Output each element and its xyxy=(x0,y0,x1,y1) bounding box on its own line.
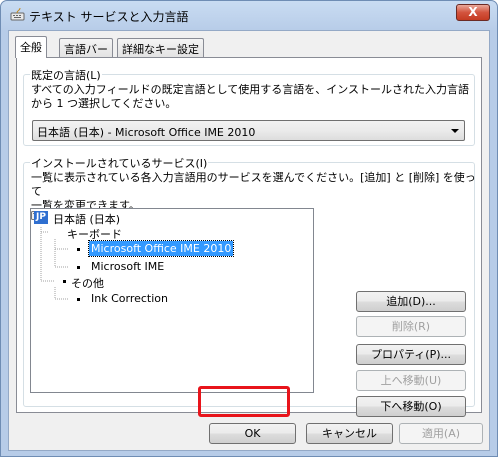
default-language-description: すべての入力フィールドの既定言語として使用する言語を、インストールされた入力言語… xyxy=(31,83,469,111)
installed-services-group-title: インストールされているサービス(I) xyxy=(30,155,209,171)
chevron-down-icon xyxy=(451,129,459,133)
jp-language-icon: JP xyxy=(34,211,48,224)
installed-services-description: 一覧に表示されている各入力言語用のサービスを選んでください。[追加] と [削除… xyxy=(31,171,481,213)
bullet-icon xyxy=(77,248,80,251)
bullet-icon xyxy=(77,266,80,269)
cancel-button[interactable]: キャンセル xyxy=(306,423,393,444)
move-down-button[interactable]: 下へ移動(O) xyxy=(356,396,466,417)
default-language-description-line2: から 1 つ選択してください。 xyxy=(31,97,177,110)
ok-button[interactable]: OK xyxy=(209,423,296,444)
services-tree[interactable]: JP 日本語 (日本) キーボード Microsoft Office IME 2… xyxy=(30,208,314,393)
move-up-button[interactable]: 上へ移動(U) xyxy=(356,370,466,391)
tree-node-language[interactable]: 日本語 (日本) xyxy=(53,211,120,227)
tab-advanced-key-settings[interactable]: 詳細なキー設定 xyxy=(117,38,204,57)
bullet-icon xyxy=(63,280,66,283)
default-language-select[interactable]: 日本語 (日本) - Microsoft Office IME 2010 xyxy=(32,120,465,141)
ok-button-highlight xyxy=(198,386,290,417)
title-bar[interactable]: テキスト サービスと入力言語 X xyxy=(1,1,497,29)
tree-node-keyboard[interactable]: キーボード xyxy=(67,226,122,242)
default-language-selected-value: 日本語 (日本) - Microsoft Office IME 2010 xyxy=(37,126,256,139)
properties-button[interactable]: プロパティ(P)... xyxy=(356,344,466,365)
tab-general[interactable]: 全般 xyxy=(15,36,47,58)
window-title: テキスト サービスと入力言語 xyxy=(29,10,189,24)
tree-node-ms-ime[interactable]: Microsoft IME xyxy=(91,260,164,273)
dialog-window: テキスト サービスと入力言語 X 全般 言語バー 詳細なキー設定 既定の言語(L… xyxy=(0,0,498,457)
keyboard-app-icon xyxy=(10,7,25,21)
default-language-description-line1: すべての入力フィールドの既定言語として使用する言語を、インストールされた入力言語 xyxy=(31,83,470,96)
default-language-group-title: 既定の言語(L) xyxy=(30,67,102,83)
bullet-icon xyxy=(77,298,80,301)
tree-node-ink-correction[interactable]: Ink Correction xyxy=(91,292,168,305)
tree-node-other[interactable]: その他 xyxy=(71,275,104,291)
remove-button[interactable]: 削除(R) xyxy=(356,316,466,337)
tab-panel-general: 既定の言語(L) すべての入力フィールドの既定言語として使用する言語を、インスト… xyxy=(16,57,482,417)
tree-node-ms-office-ime-2010[interactable]: Microsoft Office IME 2010 xyxy=(87,240,235,257)
installed-services-description-line1: 一覧に表示されている各入力言語用のサービスを選んでください。[追加] と [削除… xyxy=(31,171,476,198)
apply-button[interactable]: 適用(A) xyxy=(399,423,483,444)
close-button[interactable]: X xyxy=(456,4,490,21)
tab-language-bar[interactable]: 言語バー xyxy=(59,38,113,57)
add-button[interactable]: 追加(D)... xyxy=(356,291,466,312)
